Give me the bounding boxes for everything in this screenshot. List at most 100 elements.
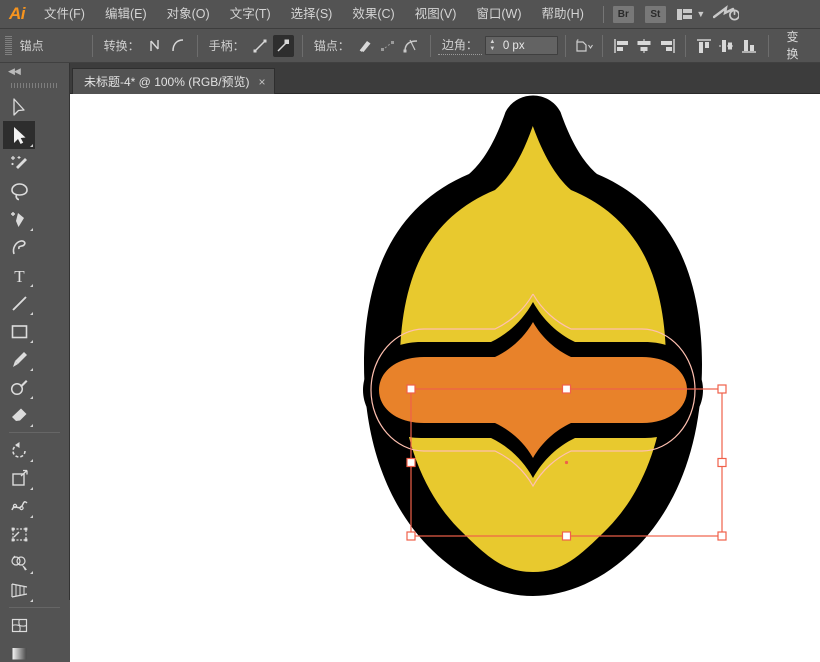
cb-divider-3 xyxy=(302,35,303,57)
tool-flyout-indicator[interactable] xyxy=(30,515,33,518)
corner-radius-stepper[interactable]: ▲▼ xyxy=(485,36,558,55)
handle-middle-right[interactable] xyxy=(718,459,726,467)
cut-path-icon[interactable] xyxy=(401,35,422,57)
anchor-label: 锚点： xyxy=(310,37,354,54)
menu-bar: Ai 文件(F) 编辑(E) 对象(O) 文字(T) 选择(S) 效果(C) 视… xyxy=(0,0,820,29)
close-icon[interactable]: × xyxy=(259,76,266,88)
stock-button[interactable]: St xyxy=(645,6,666,23)
tool-flyout-indicator[interactable] xyxy=(30,599,33,602)
control-panel-title: 锚点 xyxy=(16,37,48,54)
show-handles-icon[interactable] xyxy=(250,35,271,57)
gradient-tool[interactable] xyxy=(3,639,35,662)
menu-type[interactable]: 文字(T) xyxy=(220,0,281,29)
free-transform-tool[interactable] xyxy=(3,520,35,548)
cb-divider-8 xyxy=(768,35,769,57)
document-tab[interactable]: 未标题-4* @ 100% (RGB/预览) × xyxy=(72,68,275,94)
width-warp-tool[interactable] xyxy=(3,492,35,520)
document-tab-title: 未标题-4* @ 100% (RGB/预览) xyxy=(84,73,250,90)
tool-flyout-indicator[interactable] xyxy=(30,144,33,147)
corner-label: 边角： xyxy=(438,36,482,55)
tool-divider xyxy=(3,604,66,611)
tool-flyout-indicator[interactable] xyxy=(30,571,33,574)
curvature-tool[interactable] xyxy=(3,233,35,261)
lasso-tool[interactable] xyxy=(3,177,35,205)
tool-flyout-indicator[interactable] xyxy=(30,424,33,427)
mesh-tool[interactable] xyxy=(3,611,35,639)
illustrator-window: Ai 文件(F) 编辑(E) 对象(O) 文字(T) 选择(S) 效果(C) 视… xyxy=(0,0,820,662)
magic-wand-tool[interactable] xyxy=(3,149,35,177)
direct-selection-tool[interactable] xyxy=(3,93,35,121)
cb-divider-7 xyxy=(685,35,686,57)
creative-cloud-icon[interactable] xyxy=(713,5,739,23)
menu-help[interactable]: 帮助(H) xyxy=(532,0,594,29)
tools-panel-grip[interactable] xyxy=(0,80,69,91)
tools-panel-header[interactable]: ◀◀ xyxy=(0,63,69,80)
tool-flyout-indicator[interactable] xyxy=(30,340,33,343)
menu-select[interactable]: 选择(S) xyxy=(281,0,343,29)
connect-anchors-icon[interactable] xyxy=(378,35,399,57)
handle-middle-left[interactable] xyxy=(407,459,415,467)
align-bottom-icon[interactable] xyxy=(739,35,760,57)
pen-tool[interactable] xyxy=(3,205,35,233)
control-bar-right-group: 变换 xyxy=(558,26,820,65)
menu-edit[interactable]: 编辑(E) xyxy=(95,0,157,29)
handle-top-right[interactable] xyxy=(718,385,726,393)
convert-label: 转换： xyxy=(100,37,144,54)
cb-divider-6 xyxy=(602,35,603,57)
selection-tool[interactable] xyxy=(3,121,35,149)
tool-flyout-indicator[interactable] xyxy=(30,228,33,231)
hide-handles-icon[interactable] xyxy=(273,35,294,57)
svg-text:T: T xyxy=(14,267,25,285)
tool-flyout-indicator[interactable] xyxy=(30,368,33,371)
corner-radius-input[interactable] xyxy=(499,40,557,52)
handles-label: 手柄： xyxy=(205,37,249,54)
tool-flyout-indicator[interactable] xyxy=(30,312,33,315)
rotate-tool[interactable] xyxy=(3,436,35,464)
transform-button[interactable]: 变换 xyxy=(782,26,814,65)
collapse-panel-icon[interactable]: ◀◀ xyxy=(8,66,20,77)
convert-anchor-smooth-icon[interactable] xyxy=(168,35,189,57)
menu-divider xyxy=(603,6,604,23)
line-segment-tool[interactable] xyxy=(3,289,35,317)
menu-object[interactable]: 对象(O) xyxy=(157,0,220,29)
menu-effect[interactable]: 效果(C) xyxy=(342,0,404,29)
menu-window[interactable]: 窗口(W) xyxy=(466,0,531,29)
handle-top-center[interactable] xyxy=(563,385,571,393)
duck-head-illustration[interactable] xyxy=(71,94,820,662)
align-right-icon[interactable] xyxy=(656,35,677,57)
workspace-layout-glyph xyxy=(677,9,693,20)
handle-bottom-right[interactable] xyxy=(718,532,726,540)
chevron-down-icon: ▼ xyxy=(696,9,705,19)
menu-file[interactable]: 文件(F) xyxy=(34,0,95,29)
convert-anchor-corner-icon[interactable] xyxy=(145,35,166,57)
type-tool[interactable]: T xyxy=(3,261,35,289)
control-bar-grip[interactable] xyxy=(3,36,12,56)
align-top-icon[interactable] xyxy=(694,35,715,57)
tool-flyout-indicator[interactable] xyxy=(30,459,33,462)
align-center-horizontal-icon[interactable] xyxy=(634,35,655,57)
canvas-area[interactable] xyxy=(71,94,820,662)
shaper-pencil-tool[interactable] xyxy=(3,373,35,401)
workspace-switcher-icon[interactable]: ▼ xyxy=(677,9,705,20)
scale-tool[interactable] xyxy=(3,464,35,492)
tool-flyout-indicator[interactable] xyxy=(30,284,33,287)
handle-bottom-center[interactable] xyxy=(563,532,571,540)
cb-divider-4 xyxy=(430,35,431,57)
cb-divider-2 xyxy=(197,35,198,57)
align-left-icon[interactable] xyxy=(611,35,632,57)
align-middle-vertical-icon[interactable] xyxy=(716,35,737,57)
tool-flyout-indicator[interactable] xyxy=(30,487,33,490)
bridge-button[interactable]: Br xyxy=(613,6,634,23)
perspective-grid-tool[interactable] xyxy=(3,576,35,604)
eraser-tool[interactable] xyxy=(3,401,35,429)
isolate-selected-object-icon[interactable] xyxy=(574,35,595,57)
paintbrush-tool[interactable] xyxy=(3,345,35,373)
shape-builder-tool[interactable] xyxy=(3,548,35,576)
stepper-arrows-icon[interactable]: ▲▼ xyxy=(486,39,499,52)
remove-anchor-icon[interactable] xyxy=(355,35,376,57)
handle-top-left[interactable] xyxy=(407,385,415,393)
tool-flyout-indicator[interactable] xyxy=(30,396,33,399)
handle-bottom-left[interactable] xyxy=(407,532,415,540)
rectangle-tool[interactable] xyxy=(3,317,35,345)
menu-view[interactable]: 视图(V) xyxy=(405,0,467,29)
